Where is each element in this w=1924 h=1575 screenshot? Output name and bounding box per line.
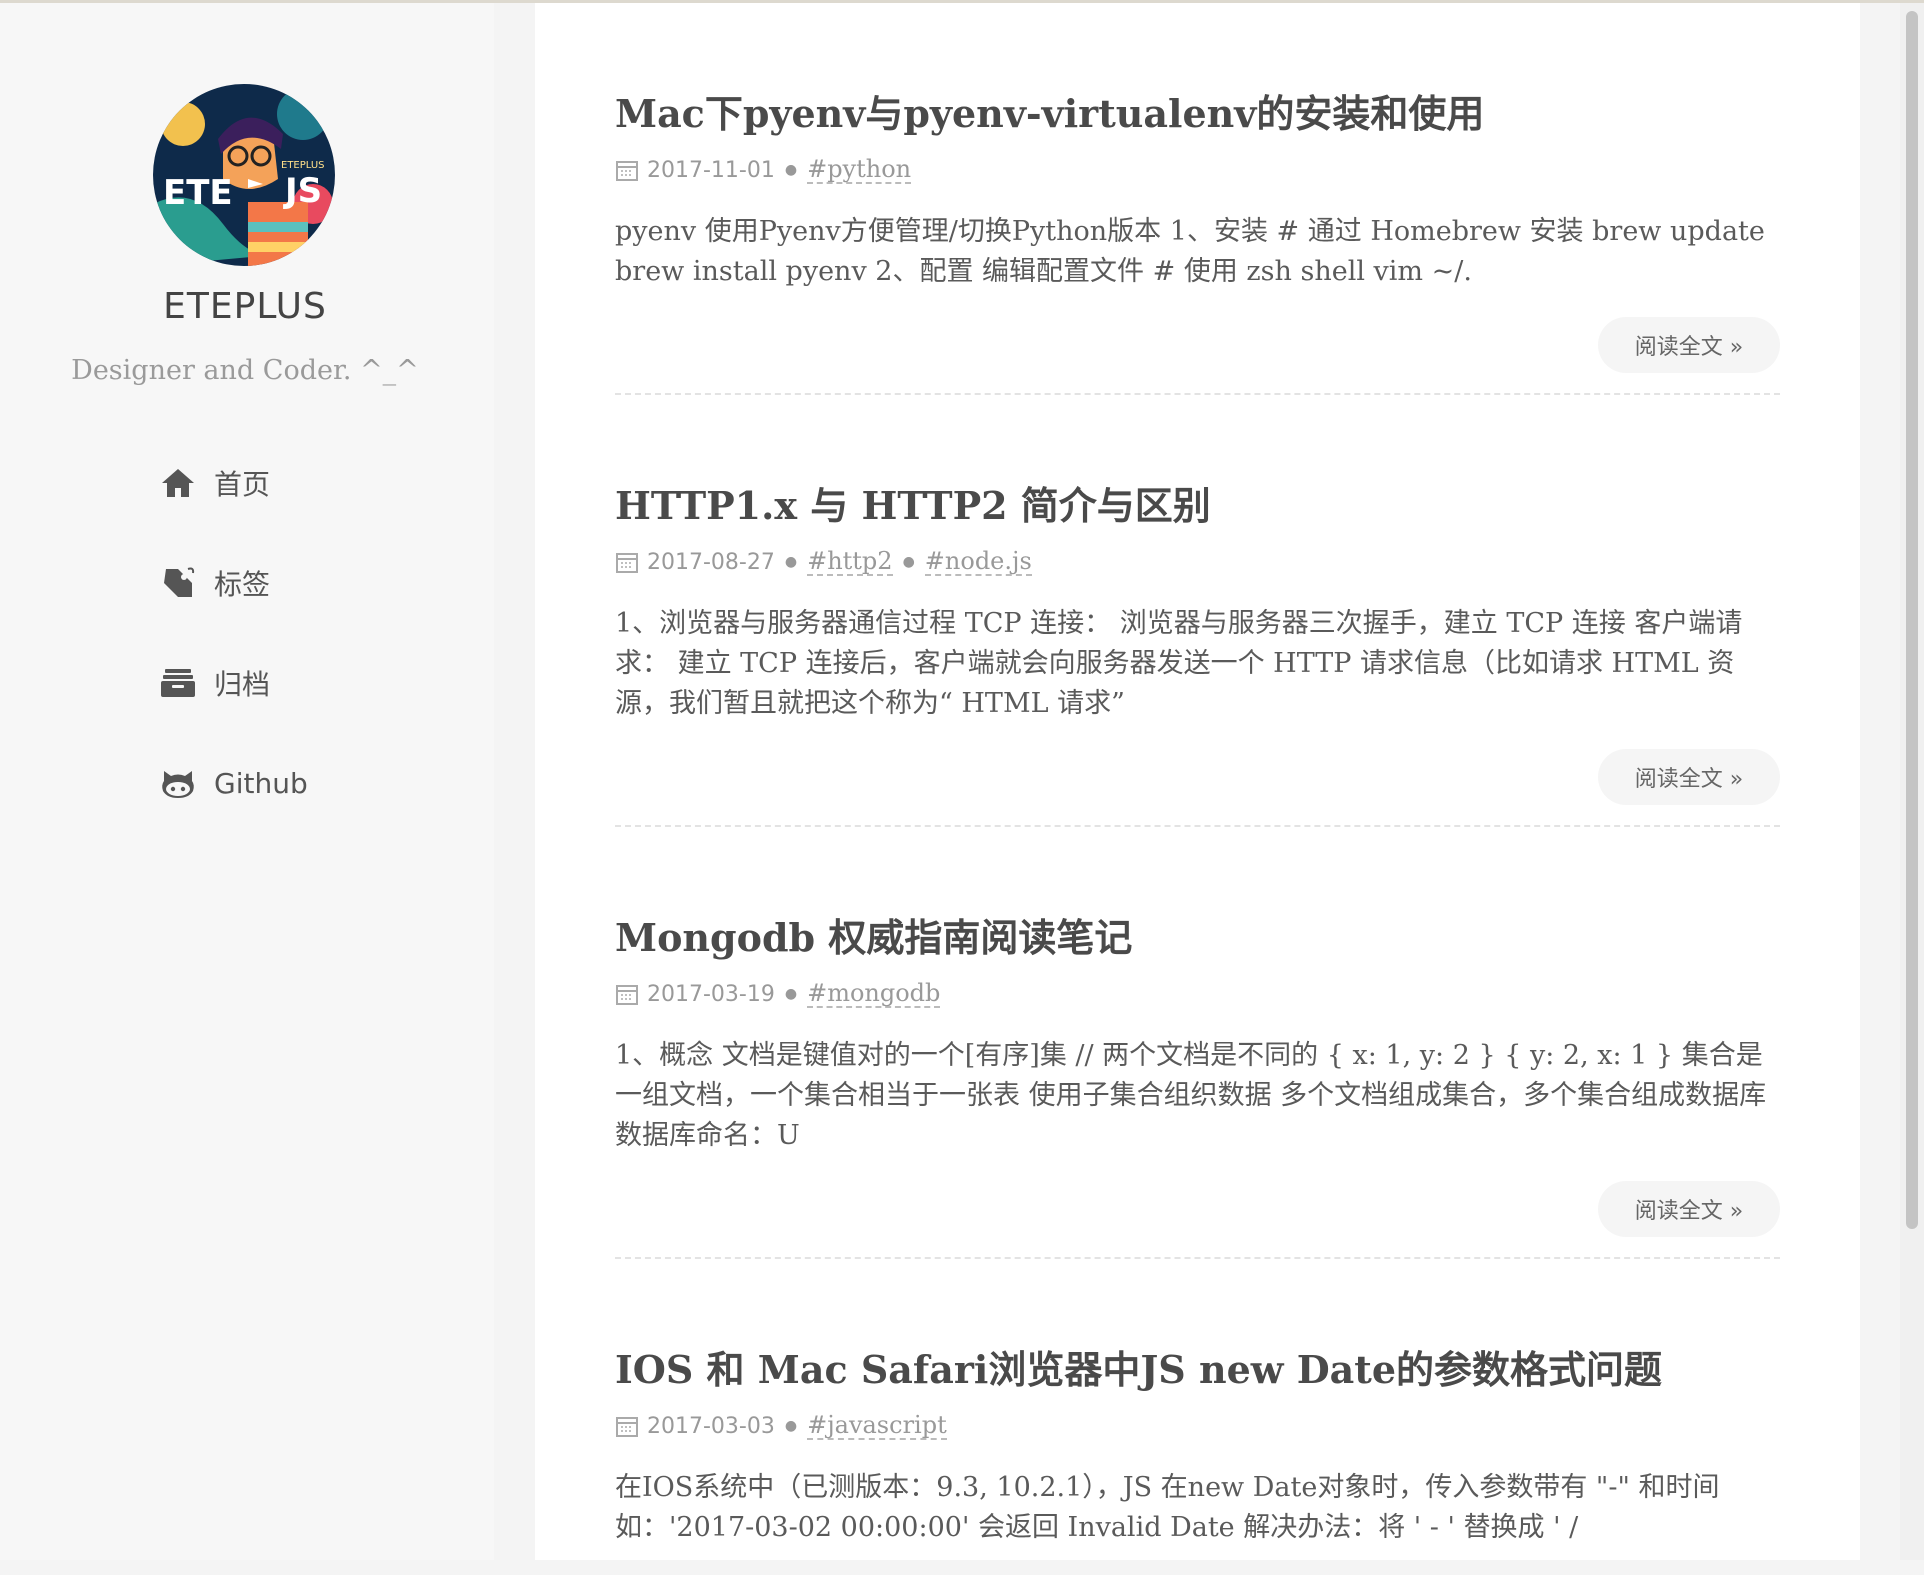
post-item: Mongodb 权威指南阅读笔记 2017-03-19 ● #mongodb 1…: [615, 907, 1780, 1183]
read-more-button[interactable]: 阅读全文 »: [1598, 317, 1780, 373]
meta-separator: ●: [784, 1418, 798, 1434]
nav-item-github[interactable]: Github: [158, 758, 308, 808]
post-title[interactable]: HTTP1.x 与 HTTP2 简介与区别: [615, 475, 1780, 530]
post-divider: [615, 1257, 1780, 1259]
post-title[interactable]: IOS 和 Mac Safari浏览器中JS new Date的参数格式问题: [615, 1339, 1780, 1394]
meta-separator: ●: [902, 554, 915, 570]
avatar[interactable]: ETE JS ETEPLUS: [153, 84, 335, 266]
post-meta: 2017-08-27 ● #http2 ● #node.js: [615, 546, 1780, 578]
nav-label-home: 首页: [214, 468, 271, 501]
nav-item-tags[interactable]: 标签: [158, 558, 308, 608]
post-meta: 2017-11-01 ● #python: [615, 154, 1780, 186]
calendar-icon: [615, 158, 639, 182]
svg-text:ETEPLUS: ETEPLUS: [281, 160, 325, 171]
site-title[interactable]: ETEPLUS: [0, 286, 490, 327]
post-meta: 2017-03-03 ● #javascript: [615, 1410, 1780, 1442]
post-date: 2017-08-27: [647, 549, 775, 575]
post-tag-link[interactable]: #python: [807, 156, 912, 184]
post-excerpt: 1、概念 文档是键值对的一个[有序]集 // 两个文档是不同的 { x: 1, …: [615, 1040, 1767, 1151]
svg-text:ETE: ETE: [163, 173, 233, 213]
github-icon: [158, 763, 198, 803]
meta-separator: ●: [784, 986, 798, 1002]
post-divider: [615, 393, 1780, 395]
tag-icon: [158, 563, 198, 603]
nav-label-github: Github: [214, 766, 308, 800]
post-title[interactable]: Mac下pyenv与pyenv-virtualenv的安装和使用: [615, 83, 1780, 138]
post-excerpt: 在IOS系统中（已测版本：9.3, 10.2.1），JS 在new Date对象…: [615, 1472, 1720, 1543]
post-tag-link[interactable]: #http2: [807, 548, 893, 576]
scrollbar-thumb[interactable]: [1906, 11, 1918, 1229]
archive-icon: [158, 663, 198, 703]
meta-separator: ●: [784, 162, 798, 178]
scrollbar-track[interactable]: [1900, 3, 1924, 1560]
sidebar-nav: 首页 标签 归档 Github: [158, 458, 308, 858]
post-tag-link[interactable]: #mongodb: [807, 980, 941, 1008]
site-subtitle: Designer and Coder. ^_^: [71, 355, 419, 386]
read-more-button[interactable]: 阅读全文 »: [1598, 1181, 1780, 1237]
nav-label-archive: 归档: [214, 668, 271, 701]
nav-item-home[interactable]: 首页: [158, 458, 308, 508]
post-divider: [615, 825, 1780, 827]
meta-separator: ●: [784, 554, 798, 570]
nav-label-tags: 标签: [214, 568, 271, 601]
calendar-icon: [615, 550, 639, 574]
nav-item-archive[interactable]: 归档: [158, 658, 308, 708]
read-more-button[interactable]: 阅读全文 »: [1598, 749, 1780, 805]
calendar-icon: [615, 1414, 639, 1438]
post-list: Mac下pyenv与pyenv-virtualenv的安装和使用 2017-11…: [535, 3, 1860, 1560]
post-meta: 2017-03-19 ● #mongodb: [615, 978, 1780, 1010]
post-tag-link[interactable]: #javascript: [807, 1412, 947, 1440]
svg-text:JS: JS: [283, 171, 322, 211]
post-title[interactable]: Mongodb 权威指南阅读笔记: [615, 907, 1780, 962]
post-date: 2017-03-03: [647, 1413, 775, 1439]
post-item: IOS 和 Mac Safari浏览器中JS new Date的参数格式问题 2…: [615, 1339, 1780, 1575]
post-date: 2017-11-01: [647, 157, 775, 183]
calendar-icon: [615, 982, 639, 1006]
post-date: 2017-03-19: [647, 981, 775, 1007]
post-excerpt: 1、浏览器与服务器通信过程 TCP 连接： 浏览器与服务器三次握手，建立 TCP…: [615, 608, 1743, 719]
sidebar: ETE JS ETEPLUS ETEPLUS Designer and Code…: [0, 3, 494, 1560]
home-icon: [158, 463, 198, 503]
post-item: Mac下pyenv与pyenv-virtualenv的安装和使用 2017-11…: [615, 83, 1780, 319]
post-tag-link[interactable]: #node.js: [924, 548, 1032, 576]
post-excerpt: pyenv 使用Pyenv方便管理/切换Python版本 1、安装 # 通过 H…: [615, 216, 1765, 287]
post-item: HTTP1.x 与 HTTP2 简介与区别 2017-08-27 ● #http…: [615, 475, 1780, 751]
